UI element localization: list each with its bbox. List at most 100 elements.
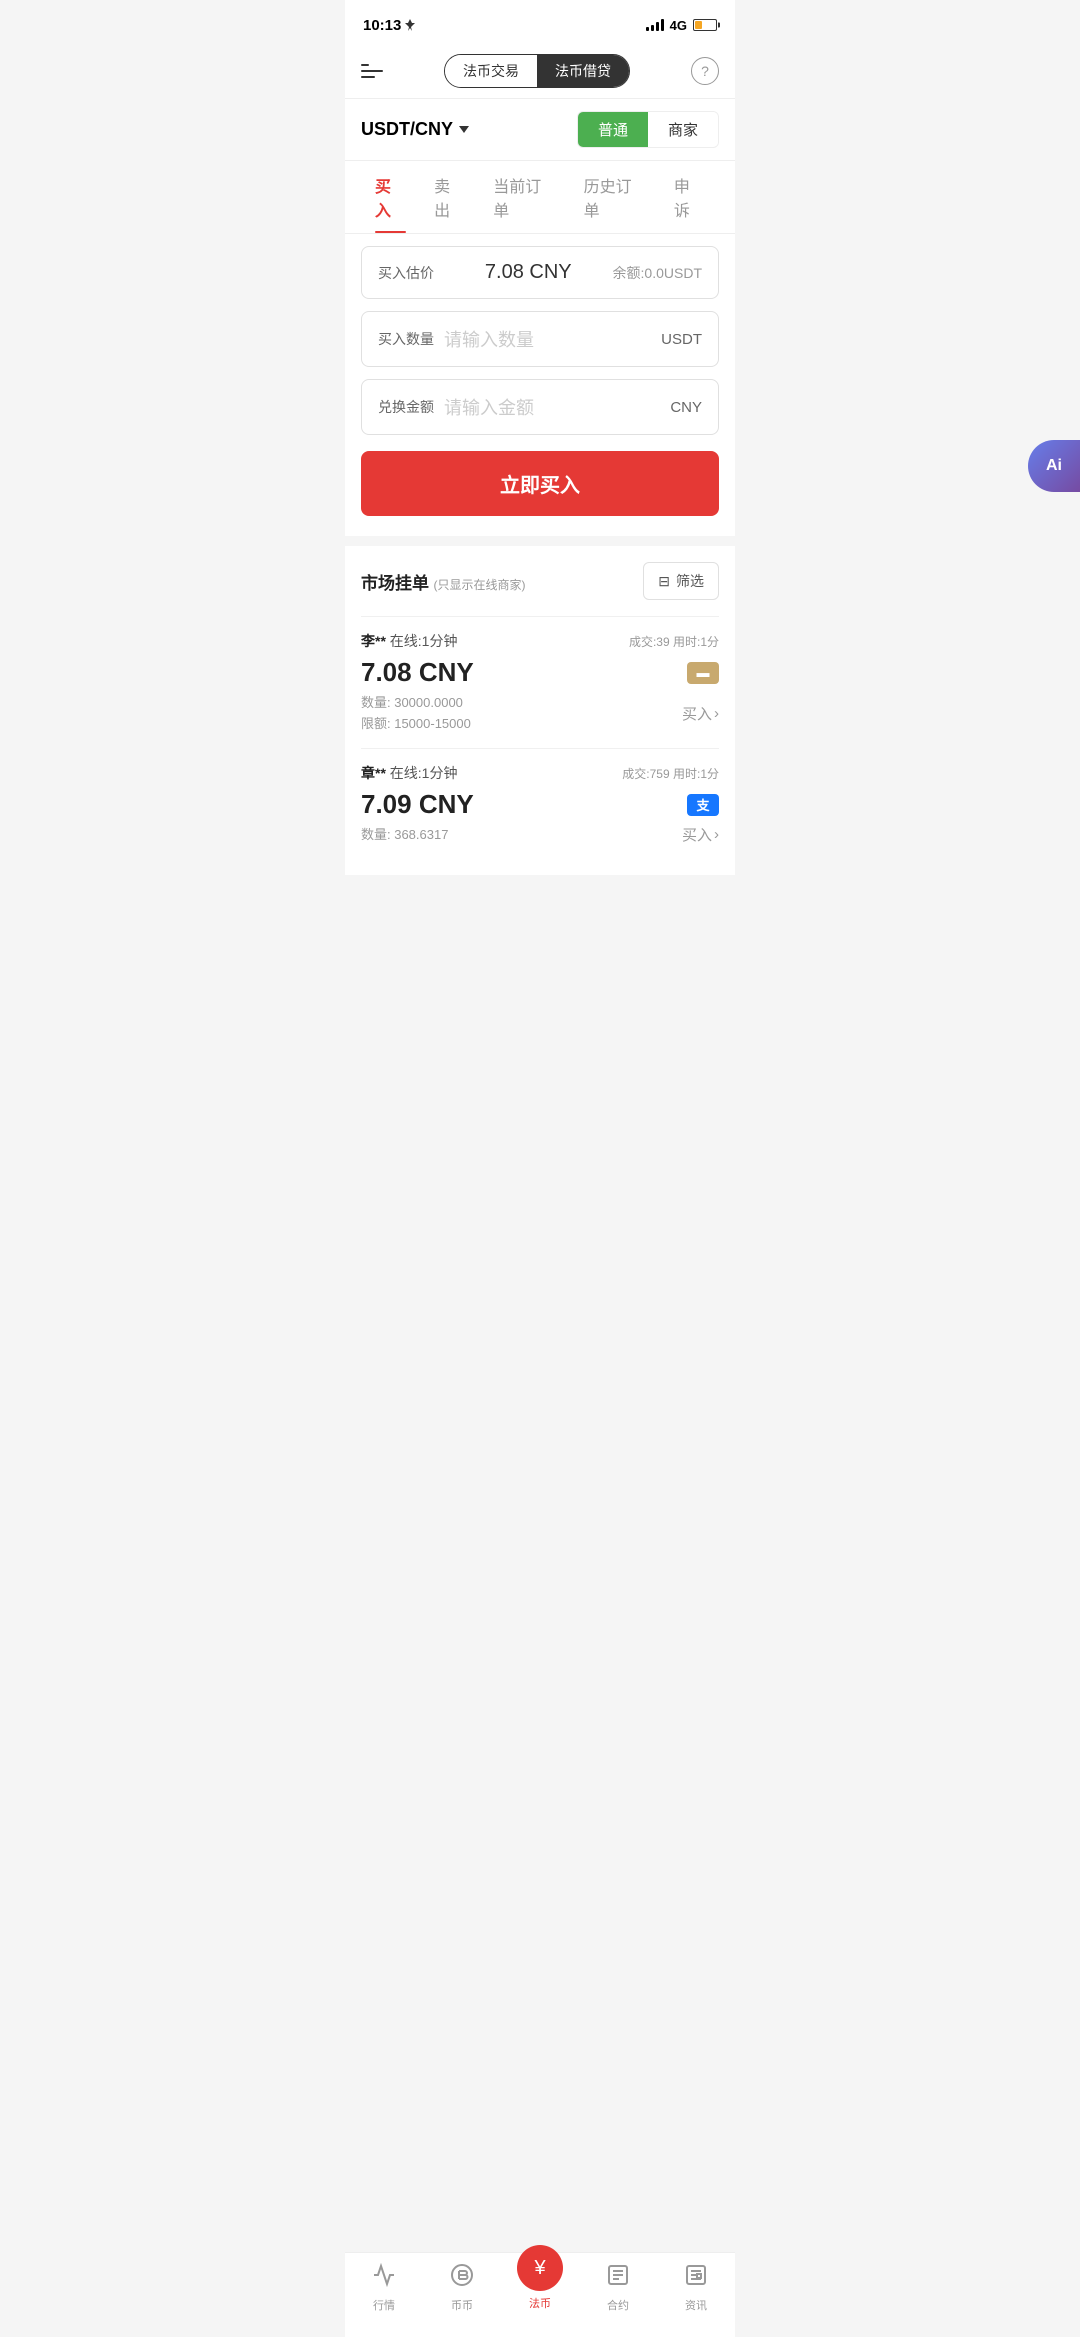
pair-text: USDT/CNY xyxy=(361,119,453,140)
nav-item-market[interactable]: 行情 xyxy=(345,2259,423,2317)
crypto-icon xyxy=(450,2263,474,2293)
nav-label-fabi: 法币 xyxy=(529,2295,551,2311)
sub-tabs: 买入 卖出 当前订单 历史订单 申诉 xyxy=(345,161,735,234)
order-stats: 成交:39 用时:1分 xyxy=(629,633,719,650)
time-label: 用时:1分 xyxy=(673,635,719,649)
trade-count: 成交:39 xyxy=(629,635,670,649)
estimated-price-label: 买入估价 xyxy=(378,263,434,283)
filter-label: 筛选 xyxy=(676,571,704,591)
order-price-row: 7.09 CNY 支 xyxy=(361,789,719,820)
sub-tab-buy[interactable]: 买入 xyxy=(361,161,420,233)
help-label: ? xyxy=(701,63,709,79)
buy-form: 买入估价 7.08 CNY 余额:0.0USDT 买入数量 请输入数量 USDT… xyxy=(345,234,735,536)
market-header: 市场挂单 (只显示在线商家) ⊟ 筛选 xyxy=(361,562,719,600)
nav-item-crypto[interactable]: 币币 xyxy=(423,2259,501,2317)
mode-merchant[interactable]: 商家 xyxy=(648,112,718,147)
online-status: 在线:1分钟 xyxy=(390,633,458,649)
order-meta: 李** 在线:1分钟 成交:39 用时:1分 xyxy=(361,631,719,651)
sub-tab-current-orders[interactable]: 当前订单 xyxy=(479,161,569,233)
order-seller: 章** 在线:1分钟 xyxy=(361,763,457,783)
online-status: 在线:1分钟 xyxy=(390,765,458,781)
order-stats: 成交:759 用时:1分 xyxy=(622,765,719,782)
estimated-price-card: 买入估价 7.08 CNY 余额:0.0USDT xyxy=(361,246,719,299)
mode-toggle: 普通 商家 xyxy=(577,111,719,148)
market-icon xyxy=(372,2263,396,2293)
section-divider xyxy=(345,536,735,546)
order-seller: 李** 在线:1分钟 xyxy=(361,631,457,651)
battery-icon xyxy=(693,19,717,31)
quantity-unit: USDT xyxy=(661,331,702,348)
ai-button[interactable]: Ai xyxy=(1028,440,1080,492)
order-meta: 章** 在线:1分钟 成交:759 用时:1分 xyxy=(361,763,719,783)
nav-label-crypto: 币币 xyxy=(451,2297,473,2313)
pair-row: USDT/CNY 普通 商家 xyxy=(345,99,735,161)
amount-placeholder: 请输入金额 xyxy=(444,394,670,420)
quantity-card[interactable]: 买入数量 请输入数量 USDT xyxy=(361,311,719,367)
fabi-icon-circle: ¥ xyxy=(517,2245,563,2291)
market-section: 市场挂单 (只显示在线商家) ⊟ 筛选 李** 在线:1分钟 成交:39 用时:… xyxy=(345,546,735,875)
nav-label-news: 资讯 xyxy=(685,2297,707,2313)
order-item: 李** 在线:1分钟 成交:39 用时:1分 7.08 CNY ▬ 数量: 30… xyxy=(361,616,719,748)
nav-item-contract[interactable]: 合约 xyxy=(579,2259,657,2317)
time-label: 用时:1分 xyxy=(673,767,719,781)
amount-unit: CNY xyxy=(670,399,702,416)
menu-button[interactable] xyxy=(361,64,383,78)
amount-label: 兑换金额 xyxy=(378,397,434,417)
filter-button[interactable]: ⊟ 筛选 xyxy=(643,562,719,600)
market-title: 市场挂单 xyxy=(361,574,429,593)
nav-label-market: 行情 xyxy=(373,2297,395,2313)
status-time: 10:13 xyxy=(363,17,415,34)
chevron-right-icon: › xyxy=(714,705,719,722)
sub-tab-history[interactable]: 历史订单 xyxy=(570,161,660,233)
status-bar: 10:13 4G xyxy=(345,0,735,44)
signal-icon xyxy=(646,19,664,31)
seller-name: 李** xyxy=(361,633,386,649)
estimated-price-value: 7.08 CNY xyxy=(485,261,572,284)
nav-item-fabi[interactable]: ¥ 法币 xyxy=(501,2259,579,2317)
status-right: 4G xyxy=(646,18,717,33)
order-info: 数量: 368.6317 xyxy=(361,824,448,845)
tab-fabi-trade[interactable]: 法币交易 xyxy=(445,55,537,87)
tab-fabi-loan[interactable]: 法币借贷 xyxy=(537,55,629,87)
order-info: 数量: 30000.0000 限额: 15000-15000 xyxy=(361,692,471,734)
balance-text: 余额:0.0USDT xyxy=(613,263,702,283)
order-quantity: 数量: 368.6317 xyxy=(361,824,448,843)
location-icon xyxy=(405,19,415,31)
payment-icon-card: ▬ xyxy=(687,662,719,684)
time-text: 10:13 xyxy=(363,17,401,34)
mode-normal[interactable]: 普通 xyxy=(578,112,648,147)
header: 法币交易 法币借贷 ? xyxy=(345,44,735,99)
order-item: 章** 在线:1分钟 成交:759 用时:1分 7.09 CNY 支 数量: 3… xyxy=(361,748,719,859)
buy-link-label: 买入 xyxy=(682,824,712,845)
quantity-placeholder: 请输入数量 xyxy=(444,326,661,352)
chevron-right-icon: › xyxy=(714,826,719,843)
header-tab-group: 法币交易 法币借贷 xyxy=(444,54,630,88)
order-details: 数量: 368.6317 买入 › xyxy=(361,824,719,845)
amount-card[interactable]: 兑换金额 请输入金额 CNY xyxy=(361,379,719,435)
nav-label-contract: 合约 xyxy=(607,2297,629,2313)
filter-icon: ⊟ xyxy=(658,573,670,590)
nav-item-news[interactable]: 资讯 xyxy=(657,2259,735,2317)
order-quantity: 数量: 30000.0000 xyxy=(361,692,471,711)
seller-name: 章** xyxy=(361,765,386,781)
buy-button[interactable]: 立即买入 xyxy=(361,451,719,516)
ai-label: Ai xyxy=(1046,457,1062,475)
help-button[interactable]: ? xyxy=(691,57,719,85)
order-limit: 限额: 15000-15000 xyxy=(361,713,471,732)
order-price: 7.09 CNY xyxy=(361,789,474,820)
order-buy-link[interactable]: 买入 › xyxy=(682,703,719,724)
pair-selector[interactable]: USDT/CNY xyxy=(361,119,469,140)
contract-icon xyxy=(606,2263,630,2293)
buy-link-label: 买入 xyxy=(682,703,712,724)
trade-count: 成交:759 xyxy=(622,767,669,781)
chevron-down-icon xyxy=(459,126,469,133)
order-price-row: 7.08 CNY ▬ xyxy=(361,657,719,688)
market-subtitle: (只显示在线商家) xyxy=(433,578,525,592)
network-label: 4G xyxy=(670,18,687,33)
bottom-nav: 行情 币币 ¥ 法币 合约 资讯 xyxy=(345,2252,735,2337)
order-details: 数量: 30000.0000 限额: 15000-15000 买入 › xyxy=(361,692,719,734)
sub-tab-sell[interactable]: 卖出 xyxy=(420,161,479,233)
fabi-icon: ¥ xyxy=(534,2257,545,2280)
order-buy-link[interactable]: 买入 › xyxy=(682,824,719,845)
sub-tab-appeal[interactable]: 申诉 xyxy=(660,161,719,233)
